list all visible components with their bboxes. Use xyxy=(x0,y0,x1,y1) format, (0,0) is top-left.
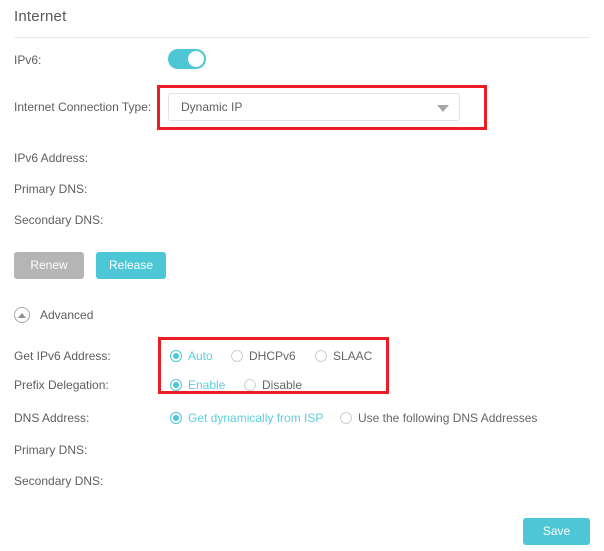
dns-address-label: DNS Address: xyxy=(14,411,90,425)
advanced-secondary-dns-label: Secondary DNS: xyxy=(14,474,104,488)
advanced-primary-dns-row: Primary DNS: xyxy=(0,439,604,461)
radio-label: Auto xyxy=(188,349,213,363)
ipv6-toggle-knob xyxy=(188,51,204,67)
radio-dot-icon xyxy=(244,379,256,391)
ipv6-toggle[interactable] xyxy=(168,49,206,69)
radio-label: Enable xyxy=(188,378,226,392)
prefix-delegation-radios: Enable Disable xyxy=(170,374,390,396)
ipv6-address-label: IPv6 Address: xyxy=(14,151,89,165)
radio-dot-icon xyxy=(340,412,352,424)
dns-address-radios: Get dynamically from ISP Use the followi… xyxy=(170,407,570,429)
ipv6-row: IPv6: xyxy=(0,49,604,71)
radio-label: SLAAC xyxy=(333,349,373,363)
save-button[interactable]: Save xyxy=(523,518,590,545)
radio-dot-icon xyxy=(231,350,243,362)
radio-label: Disable xyxy=(262,378,303,392)
connection-type-label: Internet Connection Type: xyxy=(14,100,152,114)
advanced-primary-dns-label: Primary DNS: xyxy=(14,443,88,457)
radio-dot-icon xyxy=(170,350,182,362)
get-ipv6-address-radios: Auto DHCPv6 SLAAC xyxy=(170,345,390,367)
release-button[interactable]: Release xyxy=(96,252,166,279)
ipv6-label: IPv6: xyxy=(14,53,42,67)
ipv6-address-row: IPv6 Address: xyxy=(0,147,604,169)
renew-button[interactable]: Renew xyxy=(14,252,84,279)
title-divider xyxy=(14,37,590,38)
radio-dot-icon xyxy=(315,350,327,362)
connection-type-value: Dynamic IP xyxy=(181,100,243,114)
primary-dns-label: Primary DNS: xyxy=(14,182,88,196)
radio-label: Get dynamically from ISP xyxy=(188,411,324,425)
chevron-up-circle-icon xyxy=(14,307,30,323)
chevron-down-icon xyxy=(437,105,449,112)
prefix-delegation-label: Prefix Delegation: xyxy=(14,378,109,392)
radio-dot-icon xyxy=(170,379,182,391)
connection-type-select[interactable]: Dynamic IP xyxy=(168,93,460,121)
get-ipv6-address-label: Get IPv6 Address: xyxy=(14,349,111,363)
radio-label: DHCPv6 xyxy=(249,349,296,363)
secondary-dns-label: Secondary DNS: xyxy=(14,213,104,227)
radio-dot-icon xyxy=(170,412,182,424)
advanced-secondary-dns-row: Secondary DNS: xyxy=(0,470,604,492)
secondary-dns-row: Secondary DNS: xyxy=(0,209,604,231)
radio-label: Use the following DNS Addresses xyxy=(358,411,538,425)
page-title: Internet xyxy=(14,8,67,25)
primary-dns-row: Primary DNS: xyxy=(0,178,604,200)
advanced-label: Advanced xyxy=(40,308,94,322)
